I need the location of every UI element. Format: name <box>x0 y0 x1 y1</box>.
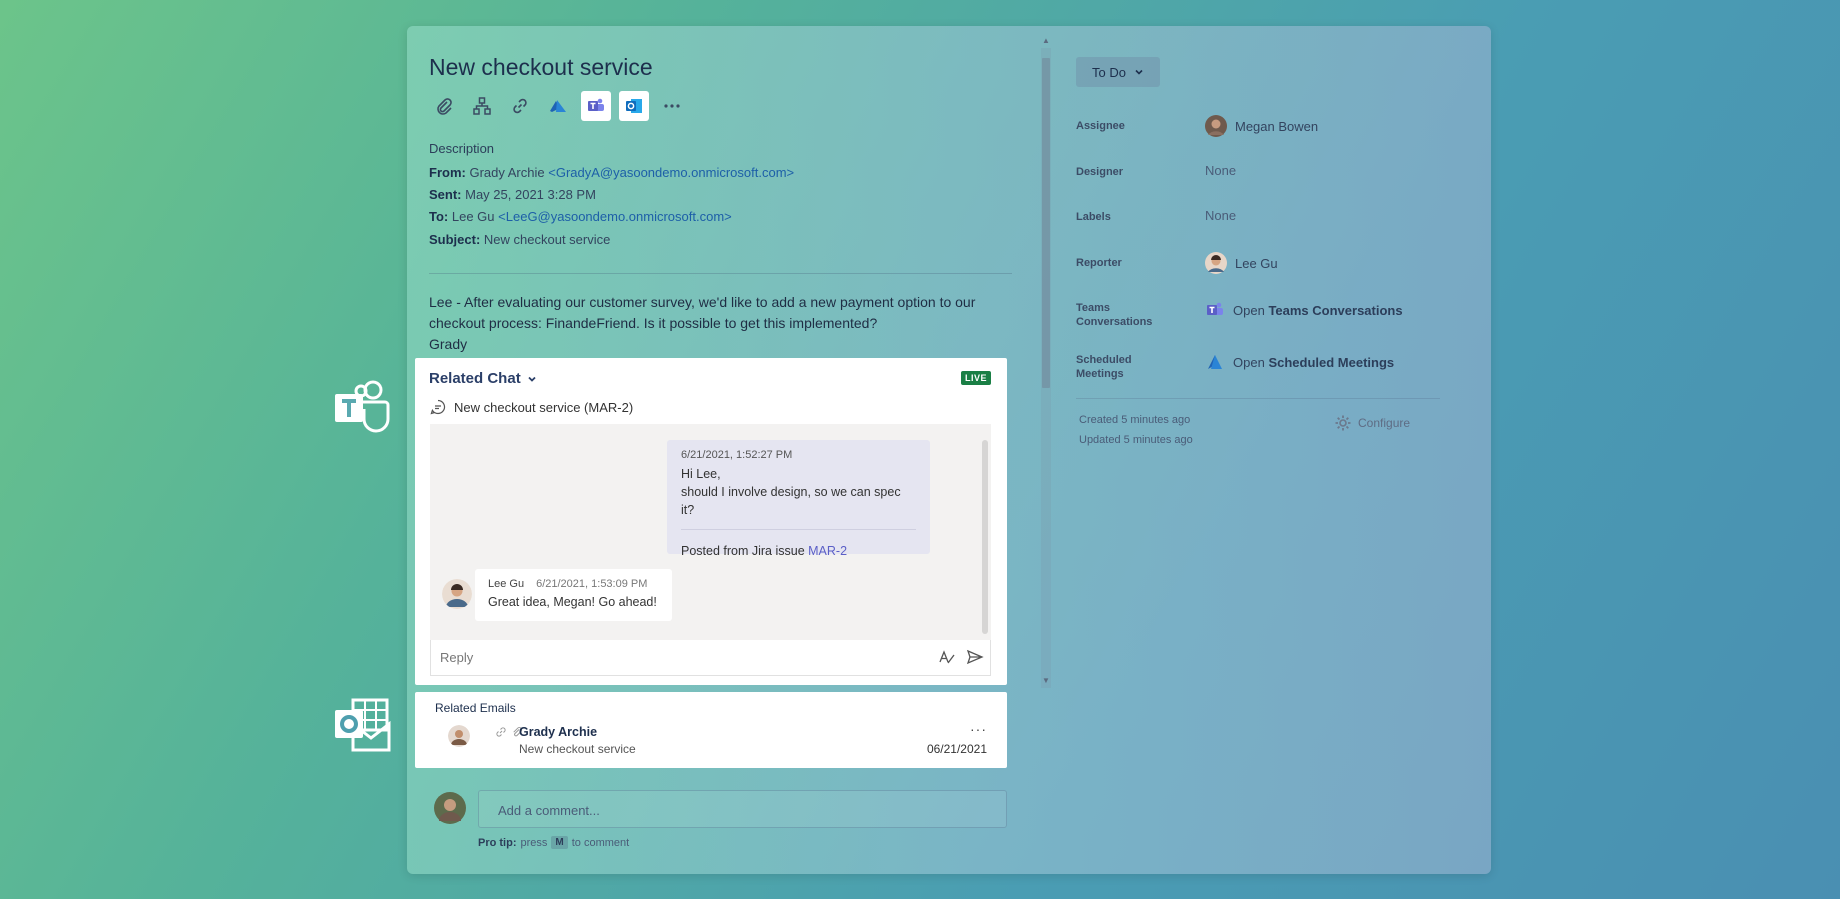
hierarchy-icon[interactable] <box>467 91 497 121</box>
related-emails-heading: Related Emails <box>435 701 516 715</box>
send-icon[interactable] <box>966 648 984 666</box>
scroll-down-icon[interactable]: ▼ <box>1042 676 1050 685</box>
chat-message-received: Lee Gu 6/21/2021, 1:53:09 PM Great idea, … <box>475 569 672 621</box>
format-icon[interactable] <box>938 648 956 666</box>
email-from-line: From: Grady Archie <GradyA@yasoondemo.on… <box>429 165 795 180</box>
email-subject-line: Subject: New checkout service <box>429 232 611 247</box>
attachment-icon[interactable] <box>429 91 459 121</box>
chat-scrollbar[interactable] <box>982 440 988 634</box>
email-sender[interactable]: Grady Archie <box>519 725 597 739</box>
link-icon[interactable] <box>505 91 535 121</box>
labels-field[interactable]: None <box>1205 208 1236 223</box>
scrollbar-thumb[interactable] <box>1042 58 1050 388</box>
chat-topic: New checkout service (MAR-2) <box>430 399 633 415</box>
comment-input[interactable]: Add a comment... <box>478 790 1007 828</box>
related-emails-card: Related Emails Grady Archie New checkout… <box>415 692 1007 768</box>
jira-issue-link[interactable]: MAR-2 <box>808 544 847 558</box>
email-subject[interactable]: New checkout service <box>519 742 636 756</box>
lee-gu-avatar <box>442 579 472 609</box>
open-scheduled-meetings-link[interactable]: Open Scheduled Meetings <box>1205 352 1394 372</box>
scheduled-meetings-label: Scheduled Meetings <box>1076 354 1132 380</box>
main-scrollbar[interactable]: ▲ ▼ <box>1041 36 1051 688</box>
designer-label: Designer <box>1076 166 1124 178</box>
pro-tip: Pro tip: press M to comment <box>478 836 630 849</box>
assignee-label: Assignee <box>1076 120 1125 132</box>
grady-archie-avatar <box>448 725 470 747</box>
teams-icon[interactable] <box>581 91 611 121</box>
chevron-down-icon <box>1135 69 1143 75</box>
open-teams-conversations-link[interactable]: Open Teams Conversations <box>1205 300 1403 320</box>
teams-icon <box>1207 302 1223 315</box>
comment-placeholder: Add a comment... <box>498 803 600 818</box>
reporter-avatar <box>1205 252 1227 274</box>
assignee-field[interactable]: Megan Bowen <box>1205 115 1318 137</box>
chat-message-sent: 6/21/2021, 1:52:27 PM Hi Lee, should I i… <box>667 440 930 558</box>
related-chat-card: Related Chat LIVE New checkout service (… <box>415 358 1007 685</box>
issue-toolbar <box>429 91 687 121</box>
email-to-line: To: Lee Gu <LeeG@yasoondemo.onmicrosoft.… <box>429 209 732 224</box>
meetings-app-icon <box>1208 355 1222 369</box>
chat-messages-area: 6/21/2021, 1:52:27 PM Hi Lee, should I i… <box>430 424 991 640</box>
to-email-link[interactable]: <LeeG@yasoondemo.onmicrosoft.com> <box>498 209 732 224</box>
keyboard-shortcut-key: M <box>551 836 568 849</box>
from-email-link[interactable]: <GradyA@yasoondemo.onmicrosoft.com> <box>548 165 794 180</box>
link-icon <box>496 727 506 737</box>
reply-placeholder: Reply <box>440 650 474 665</box>
scroll-up-icon[interactable]: ▲ <box>1042 36 1050 45</box>
reporter-label: Reporter <box>1076 257 1122 269</box>
sidebar-divider <box>1076 398 1440 399</box>
email-date: 06/21/2021 <box>926 742 987 756</box>
related-chat-header[interactable]: Related Chat <box>429 370 537 387</box>
chat-reply-input[interactable]: Reply <box>430 640 991 676</box>
chat-bubble-icon <box>430 399 446 415</box>
updated-timestamp: Updated 5 minutes ago <box>1079 434 1193 446</box>
teams-conversations-label: Teams Conversations <box>1076 302 1153 328</box>
current-user-avatar <box>434 792 466 824</box>
email-more-icon[interactable]: ··· <box>970 721 987 737</box>
live-badge: LIVE <box>960 371 991 385</box>
outlook-logo-icon <box>335 698 391 752</box>
more-icon[interactable] <box>657 91 687 121</box>
status-dropdown[interactable]: To Do <box>1076 57 1160 87</box>
description-heading: Description <box>429 141 495 156</box>
designer-field[interactable]: None <box>1205 163 1236 178</box>
status-label: To Do <box>1092 64 1126 80</box>
assignee-avatar <box>1205 115 1227 137</box>
description-body: Lee - After evaluating our customer surv… <box>429 294 976 331</box>
created-timestamp: Created 5 minutes ago <box>1079 414 1191 426</box>
azure-devops-icon[interactable] <box>543 91 573 121</box>
issue-title: New checkout service <box>429 54 653 80</box>
description-divider <box>429 273 1012 274</box>
description-signature: Grady <box>429 336 468 352</box>
teams-logo-icon <box>335 380 390 433</box>
outlook-icon[interactable] <box>619 91 649 121</box>
issue-details-sidebar: To Do Assignee Megan Bowen Designer None… <box>1076 26 1456 874</box>
labels-label: Labels <box>1076 211 1111 223</box>
email-sent-line: Sent: May 25, 2021 3:28 PM <box>429 187 596 202</box>
gear-icon <box>1335 415 1351 431</box>
chevron-down-icon <box>528 376 536 382</box>
reporter-field[interactable]: Lee Gu <box>1205 252 1278 274</box>
configure-button[interactable]: Configure <box>1334 414 1410 432</box>
